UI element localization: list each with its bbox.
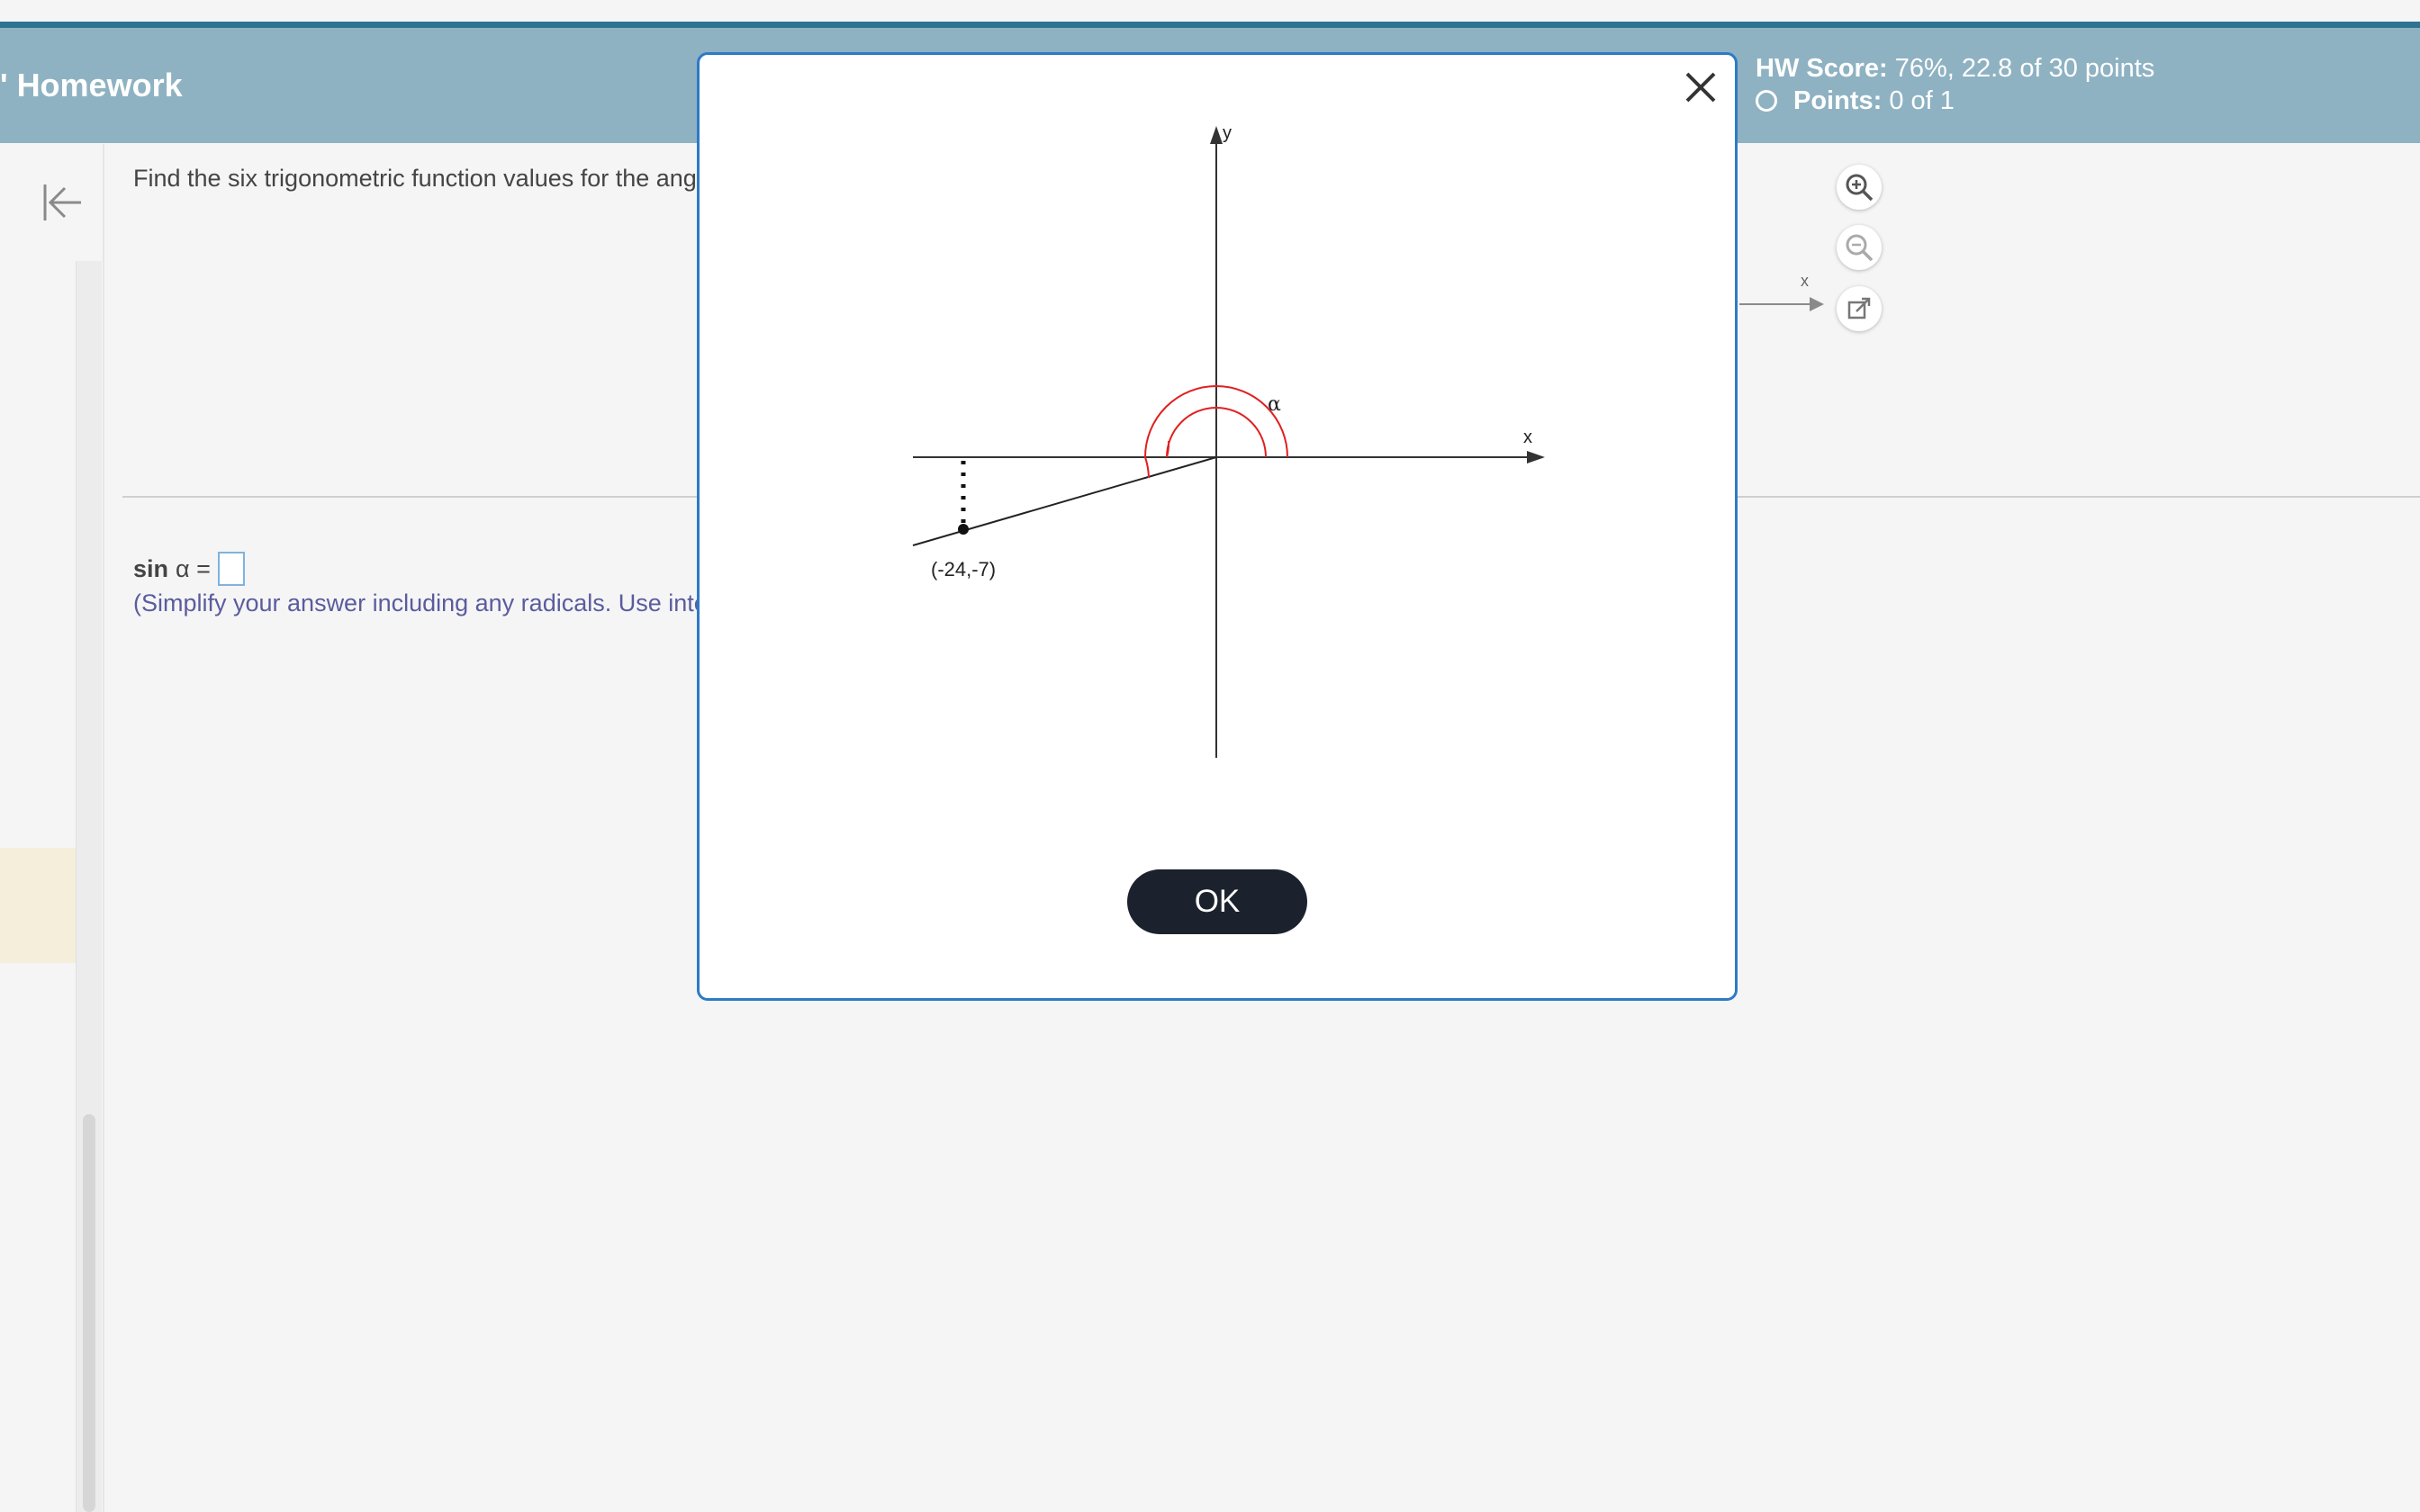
app-root: ' Homework HW Score: 76%, 22.8 of 30 poi… <box>0 0 2420 1512</box>
hw-score: HW Score: 76%, 22.8 of 30 points <box>1756 52 2154 85</box>
y-axis-arrow <box>1210 126 1223 144</box>
answer-func-label: sin <box>133 555 169 582</box>
background-x-axis <box>1739 303 1819 305</box>
angle-diagram: y x (-24,-7) α <box>912 123 1545 758</box>
open-external-icon <box>1847 297 1871 320</box>
answer-var-label: α = <box>176 555 211 582</box>
zoom-in-icon <box>1846 174 1874 202</box>
homework-title: ' Homework <box>0 67 183 104</box>
answer-hint: (Simplify your answer including any radi… <box>133 590 721 616</box>
background-x-axis-arrow <box>1810 297 1824 311</box>
y-axis-label: y <box>1223 123 1232 143</box>
collapse-left-icon[interactable] <box>40 180 85 225</box>
answer-row-sin: sin α = <box>133 551 245 587</box>
points-status: Points: 0 of 1 <box>1756 85 1955 117</box>
terminal-point <box>958 524 969 535</box>
sidebar-scrollbar-thumb[interactable] <box>83 1114 95 1512</box>
open-external-button[interactable] <box>1837 286 1882 331</box>
zoom-in-button[interactable] <box>1837 165 1882 210</box>
x-axis-label: x <box>1523 428 1532 447</box>
background-x-label: x <box>1801 272 1809 290</box>
point-label: (-24,-7) <box>931 558 996 580</box>
close-icon[interactable] <box>1680 67 1721 108</box>
top-accent-strip <box>0 22 2420 28</box>
zoom-out-icon <box>1846 234 1874 262</box>
ok-button[interactable]: OK <box>1127 869 1307 934</box>
points-value: 0 of 1 <box>1889 86 1955 115</box>
sin-answer-input[interactable] <box>217 552 245 586</box>
circle-outline-icon <box>1756 90 1777 112</box>
points-label: Points: <box>1793 86 1883 115</box>
hw-score-label: HW Score: <box>1756 54 1888 83</box>
sidebar-divider <box>103 144 104 1512</box>
sidebar-highlight <box>0 848 76 963</box>
angle-label: α <box>1268 393 1281 416</box>
zoom-out-button[interactable] <box>1837 225 1882 270</box>
hw-score-value: 76%, 22.8 of 30 points <box>1894 54 2155 83</box>
x-axis-arrow <box>1527 451 1545 464</box>
question-prompt: Find the six trigonometric function valu… <box>133 165 716 192</box>
terminal-side-ray <box>912 456 1217 546</box>
